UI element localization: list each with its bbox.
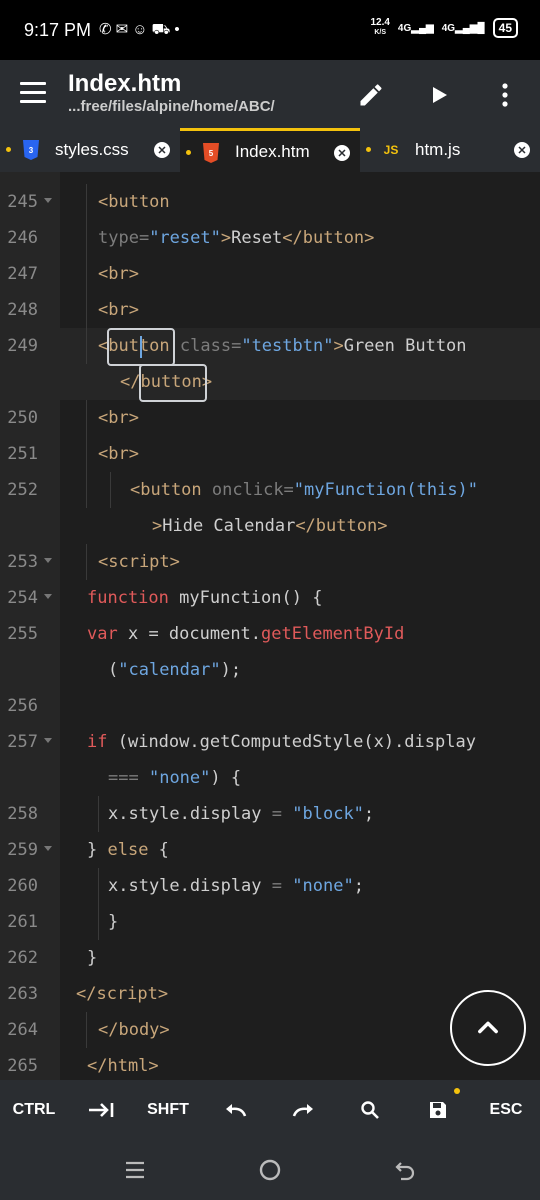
more-vert-icon[interactable] [488,78,522,112]
fold-arrow-icon[interactable] [44,558,52,563]
fold-arrow-icon[interactable] [44,846,52,851]
scroll-up-button[interactable] [450,990,526,1066]
status-indicators: 12.4 K/S 4G▂▄▆ 4G▂▄▆█ 45 [370,18,518,38]
signal-sim1: 4G▂▄▆ [397,22,434,34]
page-title: Index.htm [68,70,182,97]
battery-icon: 45 [492,18,518,38]
chevron-up-icon [478,1021,498,1034]
code-line: 253 <script> [0,544,540,580]
file-tabs: 3 styles.css ✕ 5 Index.htm ✕ JS htm.js ✕ [0,128,540,172]
play-icon[interactable] [422,78,456,112]
close-icon[interactable]: ✕ [514,142,530,158]
code-line: 248 <br> [0,292,540,328]
tab-icon [89,1103,114,1117]
esc-key[interactable]: ESC [472,1080,540,1140]
search-button[interactable] [336,1080,404,1140]
tab-htm-js[interactable]: JS htm.js ✕ [360,128,540,172]
whatsapp-icon: ✆ [99,21,116,38]
js-file-icon: JS [383,143,399,157]
code-line: 254 function myFunction() { [7,588,323,608]
chat-icon: ✉ [115,21,133,38]
code-line: 258 x.style.display = "block"; [0,796,540,832]
code-line-wrap: ("calendar"); [108,660,242,680]
undo-icon [226,1104,247,1117]
unsaved-dot-icon [186,150,191,155]
dot-icon: • [174,21,184,38]
tab-styles-css[interactable]: 3 styles.css ✕ [0,128,180,172]
clock: 9:17 PM [24,19,92,40]
code-editor[interactable]: 245 <button 246 type="reset">Reset</butt… [0,172,540,1080]
html-file-icon: 5 [202,143,220,163]
notification-icons: ✆✉☺⛟• [99,20,184,40]
system-nav-bar [0,1140,540,1200]
code-line: 260 x.style.display = "none"; [0,868,540,904]
ctrl-key[interactable]: CTRL [0,1080,68,1140]
code-line: 257 if (window.getComputedStyle(x).displ… [7,732,476,752]
redo-icon [292,1104,313,1117]
recent-apps-button[interactable] [115,1152,155,1188]
redo-button[interactable] [270,1080,336,1140]
undo-button[interactable] [202,1080,270,1140]
code-line: 256 [7,696,38,716]
text-cursor [140,336,142,358]
home-button[interactable] [250,1152,290,1188]
code-line: 259 } else { [7,840,169,860]
save-icon [430,1102,446,1118]
extra-keys-bar: CTRL SHFT ESC [0,1080,540,1140]
code-line: 250 <br> [0,400,540,436]
fold-arrow-icon[interactable] [44,738,52,743]
unsaved-dot-icon [6,147,11,152]
code-line: 262 } [7,948,98,968]
pencil-icon[interactable] [354,78,388,112]
back-icon [395,1162,415,1181]
fold-arrow-icon[interactable] [44,594,52,599]
tag-match-box [139,364,207,402]
snapchat-icon: ☺ [132,21,152,38]
unsaved-dot-icon [366,147,371,152]
tab-index-htm[interactable]: 5 Index.htm ✕ [180,128,360,172]
code-line: 249 <button class="testbtn">Green Button [0,328,540,364]
fold-arrow-icon[interactable] [44,198,52,203]
unsaved-dot-icon [454,1088,460,1094]
code-line: 245 <button [0,184,540,220]
code-line: 246 type="reset">Reset</button> [0,220,540,256]
back-button[interactable] [385,1152,425,1188]
code-line: 251 <br> [0,436,540,472]
tab-label: Index.htm [235,141,310,161]
code-line: 252 <button onclick="myFunction(this)" [0,472,540,508]
app-bar: Index.htm ...free/files/alpine/home/ABC/ [0,60,540,128]
code-line-wrap: >Hide Calendar</button> [152,516,388,536]
close-icon[interactable]: ✕ [334,145,350,161]
signal-sim2: 4G▂▄▆█ [441,22,485,34]
signal-icon: ▂▄▆ [411,22,434,34]
tab-label: styles.css [55,140,129,159]
code-line-wrap: === "none") { [108,768,242,788]
code-line: 255 var x = document.getElementById [7,624,405,644]
code-line: 261 } [0,904,540,940]
shopping-cart-icon: ⛟ [151,21,175,38]
tab-label: htm.js [415,140,461,159]
status-bar: 9:17 PM ✆✉☺⛟• 12.4 K/S 4G▂▄▆ 4G▂▄▆█ 45 [0,0,540,60]
recents-icon [126,1161,144,1179]
menu-icon[interactable] [20,82,46,104]
css-file-icon: 3 [22,140,40,160]
svg-text:3: 3 [29,146,34,155]
file-path: ...free/files/alpine/home/ABC/ [68,98,275,115]
code-line-wrap: </button> [120,372,213,392]
code-line: 247 <br> [0,256,540,292]
save-button[interactable] [404,1080,472,1140]
svg-text:5: 5 [209,149,214,158]
search-icon [361,1101,379,1119]
close-icon[interactable]: ✕ [154,142,170,158]
signal-icon: ▂▄▆█ [455,22,485,34]
home-icon [259,1159,281,1181]
network-speed: 12.4 K/S [370,17,390,37]
shift-key[interactable]: SHFT [134,1080,202,1140]
tab-key[interactable] [68,1080,134,1140]
